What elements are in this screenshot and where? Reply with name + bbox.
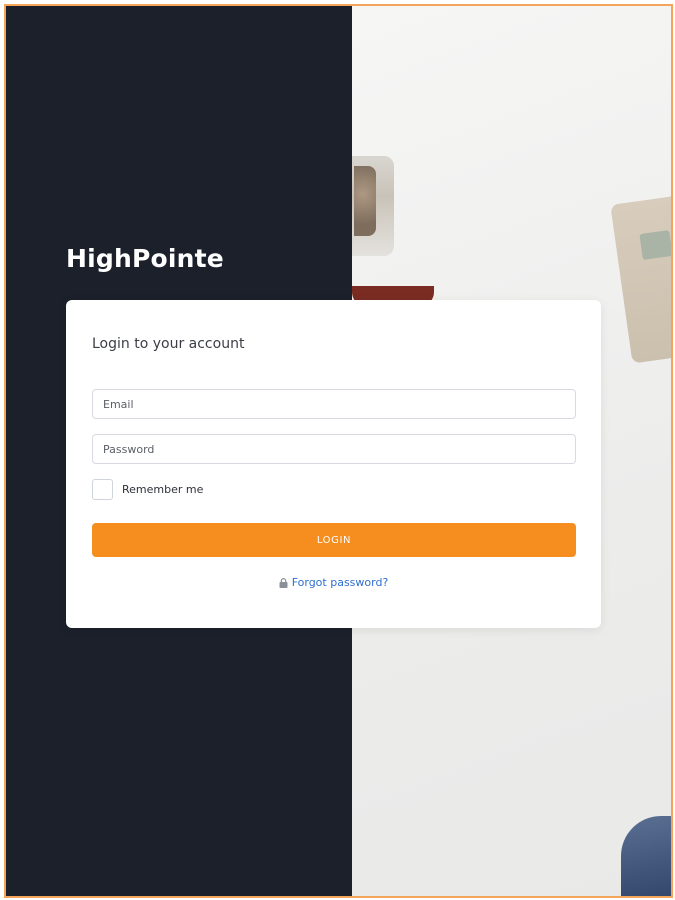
- login-title: Login to your account: [92, 336, 245, 352]
- login-button[interactable]: LOGIN: [92, 523, 576, 557]
- photo-calculator: [610, 192, 671, 364]
- lock-icon: [279, 577, 288, 588]
- photo-jeans: [621, 816, 671, 896]
- forgot-password-link[interactable]: Forgot password?: [66, 576, 601, 589]
- photo-jar-contents: [354, 166, 376, 236]
- email-field[interactable]: [92, 389, 576, 419]
- remember-me-row: Remember me: [92, 478, 203, 500]
- brand-logo-text: HighPointe: [66, 244, 224, 273]
- remember-me-checkbox[interactable]: [92, 478, 113, 500]
- password-field[interactable]: [92, 434, 576, 464]
- forgot-password-label[interactable]: Forgot password?: [292, 576, 389, 589]
- remember-me-label[interactable]: Remember me: [122, 483, 203, 496]
- login-card: Login to your account Remember me LOGIN …: [66, 300, 601, 628]
- photo-calculator-screen: [639, 230, 671, 260]
